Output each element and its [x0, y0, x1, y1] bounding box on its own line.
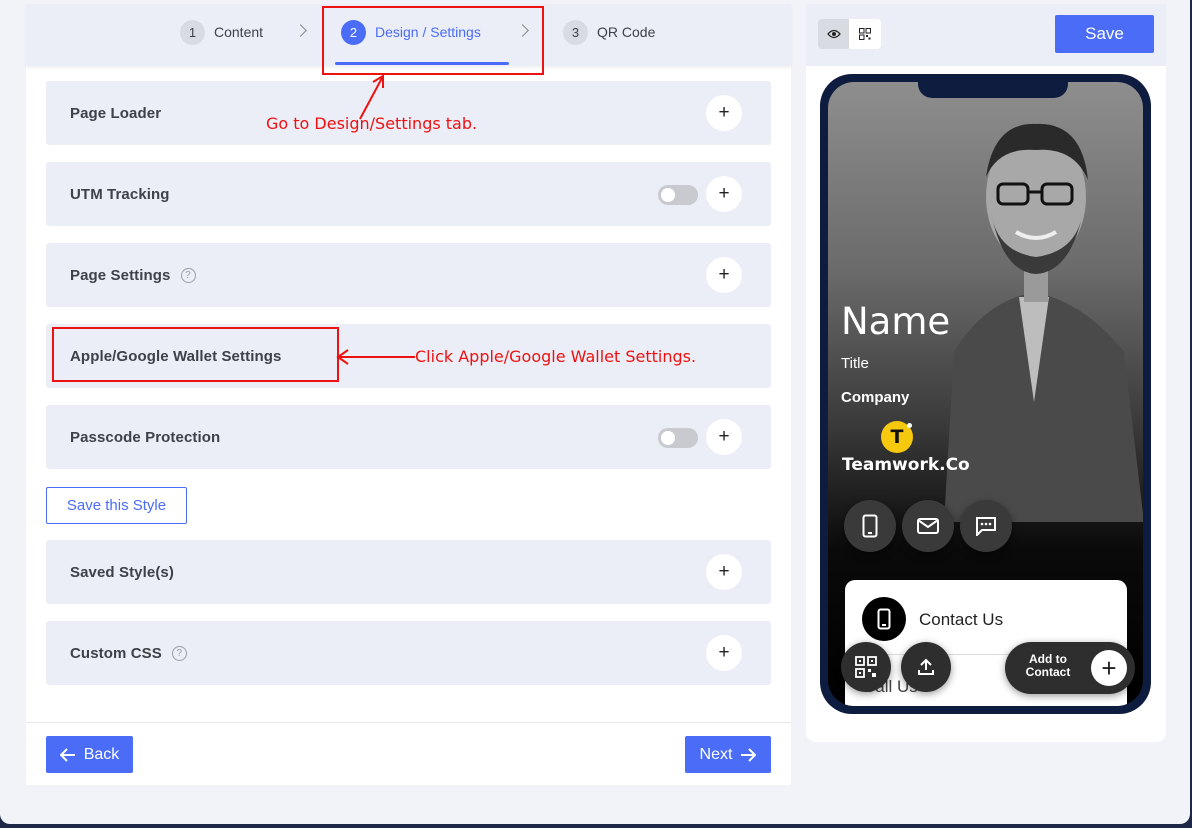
- share-icon[interactable]: [901, 642, 951, 692]
- panel-custom-css[interactable]: Custom CSS ? +: [46, 621, 771, 685]
- phone-icon[interactable]: [844, 500, 896, 552]
- arrow-right-icon: [741, 747, 757, 762]
- save-button[interactable]: Save: [1055, 15, 1154, 53]
- help-circle-icon[interactable]: ?: [171, 645, 187, 661]
- expand-plus-button[interactable]: +: [706, 95, 742, 131]
- annotation-box-wallet: [52, 327, 339, 382]
- contact-us-label: Contact Us: [919, 610, 1004, 629]
- expand-plus-button[interactable]: +: [706, 257, 742, 293]
- panel-label-text: Custom CSS: [70, 644, 162, 662]
- save-style-button[interactable]: Save this Style: [46, 487, 187, 524]
- help-circle-icon[interactable]: ?: [180, 267, 196, 283]
- qr-icon[interactable]: [849, 19, 880, 49]
- add-to-contact-button[interactable]: Add to Contact +: [1005, 642, 1135, 694]
- company-logo: T: [881, 421, 913, 453]
- panel-label: Page Settings ?: [70, 243, 196, 307]
- expand-plus-button[interactable]: +: [706, 554, 742, 590]
- phone-screen: Name Title Company T Teamwork.Co Contact…: [828, 82, 1143, 706]
- mail-icon[interactable]: [902, 500, 954, 552]
- panel-label: UTM Tracking: [70, 185, 170, 203]
- panel-label: Page Loader: [70, 104, 162, 122]
- expand-plus-button[interactable]: +: [706, 635, 742, 671]
- panel-page-settings[interactable]: Page Settings ? +: [46, 243, 771, 307]
- eye-icon[interactable]: [818, 19, 849, 49]
- company-logo-text: Teamwork.Co: [842, 455, 970, 475]
- step-label: Content: [214, 24, 264, 40]
- add-to-contact-label: Add to Contact: [1025, 652, 1071, 679]
- panel-saved-styles[interactable]: Saved Style(s) +: [46, 540, 771, 604]
- next-label: Next: [699, 745, 733, 763]
- back-label: Back: [83, 745, 120, 763]
- profile-company: Company: [841, 389, 910, 406]
- profile-name: Name: [841, 300, 951, 343]
- footer-divider: [26, 722, 791, 723]
- app-frame: 1 Content 2 Design / Settings 3 QR Code …: [0, 0, 1190, 824]
- preview-panel: Save Name Title Company T Teamwork.Co Co…: [806, 4, 1166, 742]
- qr-icon[interactable]: [841, 642, 891, 692]
- step-number: 3: [563, 19, 588, 45]
- arrow-left-icon: [59, 747, 75, 762]
- annotation-text-design: Go to Design/Settings tab.: [266, 114, 478, 133]
- preview-toolbar: Save: [806, 4, 1166, 66]
- panel-passcode-protection[interactable]: Passcode Protection +: [46, 405, 771, 469]
- expand-plus-button[interactable]: +: [706, 419, 742, 455]
- step-label: QR Code: [597, 24, 656, 40]
- step-qr-code[interactable]: 3 QR Code: [563, 19, 655, 45]
- utm-toggle[interactable]: [658, 185, 698, 205]
- chat-icon[interactable]: [960, 500, 1012, 552]
- panel-label-text: Page Settings: [70, 266, 171, 284]
- annotation-arrow-left: [336, 349, 415, 365]
- back-button[interactable]: Back: [46, 736, 133, 773]
- phone-icon: [862, 597, 906, 641]
- plus-icon: +: [1091, 650, 1127, 686]
- step-number: 1: [180, 19, 205, 45]
- annotation-box-design-tab: [322, 6, 544, 75]
- profile-title: Title: [841, 355, 869, 372]
- view-toggle: [818, 19, 881, 49]
- next-button[interactable]: Next: [685, 736, 771, 773]
- panel-label: Passcode Protection: [70, 428, 221, 446]
- panel-label: Saved Style(s): [70, 563, 174, 581]
- expand-plus-button[interactable]: +: [706, 176, 742, 212]
- step-content[interactable]: 1 Content: [180, 19, 263, 45]
- annotation-text-wallet: Click Apple/Google Wallet Settings.: [415, 347, 697, 366]
- phone-preview: Name Title Company T Teamwork.Co Contact…: [820, 74, 1151, 714]
- panel-page-loader[interactable]: Page Loader +: [46, 81, 771, 145]
- phone-notch: [918, 82, 1068, 98]
- chevron-right-icon: [294, 24, 307, 37]
- panel-utm-tracking[interactable]: UTM Tracking +: [46, 162, 771, 226]
- passcode-toggle[interactable]: [658, 428, 698, 448]
- panel-label: Custom CSS ?: [70, 621, 187, 685]
